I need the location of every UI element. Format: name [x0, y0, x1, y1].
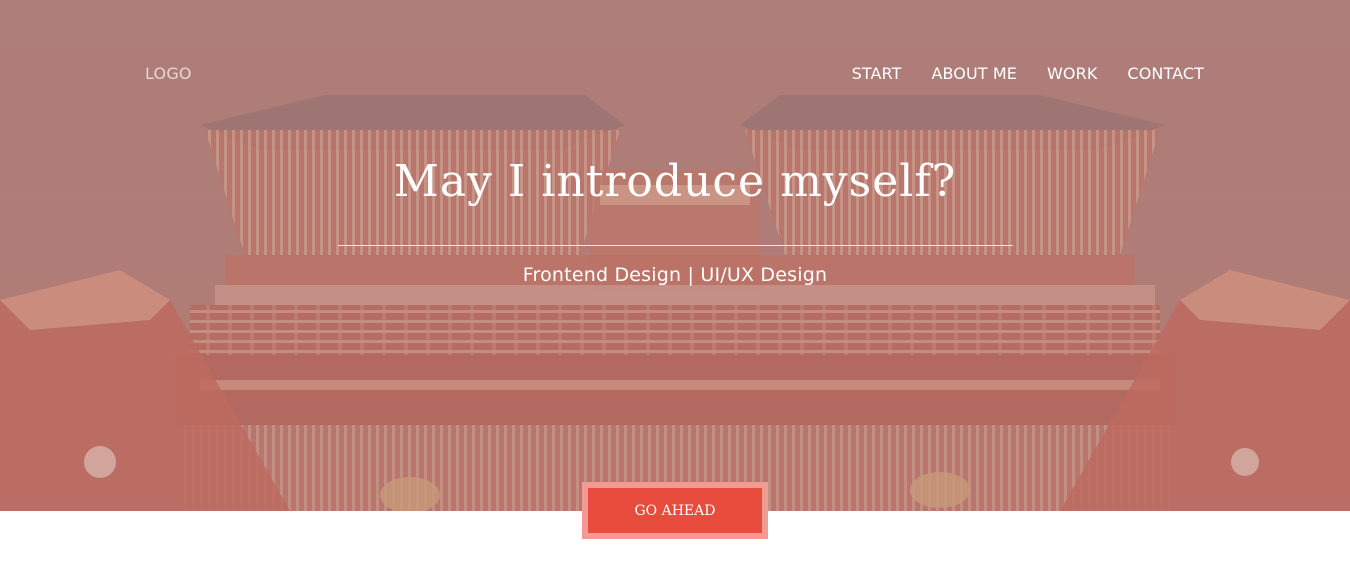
main-nav: START ABOUT ME WORK CONTACT: [852, 64, 1204, 83]
hero-subtitle: Frontend Design | UI/UX Design: [522, 264, 828, 286]
logo[interactable]: LOGO: [145, 64, 192, 83]
nav-item-start[interactable]: START: [852, 64, 902, 83]
hero-section: LOGO START ABOUT ME WORK CONTACT May I i…: [0, 0, 1350, 511]
nav-item-about-me[interactable]: ABOUT ME: [931, 64, 1017, 83]
nav-item-contact[interactable]: CONTACT: [1127, 64, 1204, 83]
nav-item-work[interactable]: WORK: [1047, 64, 1097, 83]
go-ahead-button[interactable]: GO AHEAD: [582, 482, 768, 539]
hero-title: May I introduce myself?: [393, 156, 957, 207]
hero-divider: [338, 245, 1013, 246]
